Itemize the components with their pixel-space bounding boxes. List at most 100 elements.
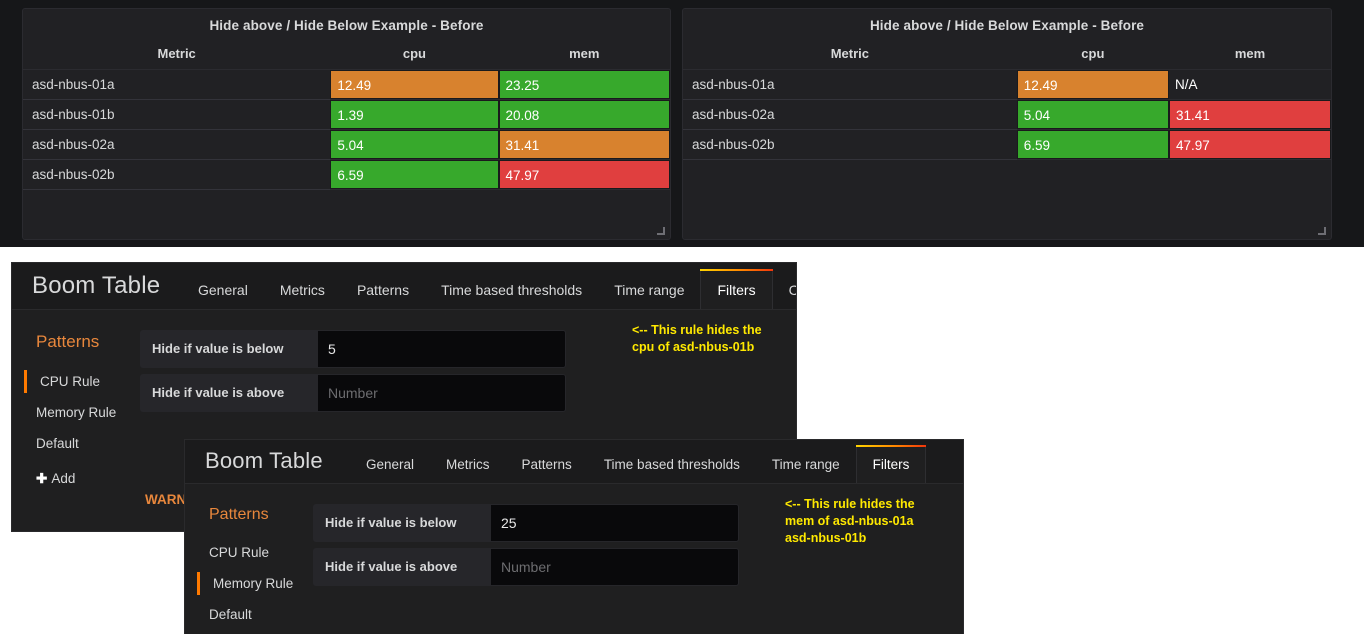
cell-cpu[interactable]: 5.04 xyxy=(330,129,499,160)
hide-if-below-input[interactable]: 5 xyxy=(318,330,566,368)
tab-time-based-thresholds[interactable]: Time based thresholds xyxy=(588,447,756,483)
dashboard-strip: Hide above / Hide Below Example - Before… xyxy=(0,0,1364,247)
cell-mem[interactable]: 47.97 xyxy=(498,159,670,190)
cell-metric: asd-nbus-02a xyxy=(683,99,1017,130)
cell-value-cpu: 12.49 xyxy=(330,70,499,99)
cell-cpu[interactable]: 12.49 xyxy=(330,69,499,100)
editor-sidebar: Patterns CPU Rule Memory Rule Default xyxy=(185,484,313,630)
table-row[interactable]: asd-nbus-02b 6.59 47.97 xyxy=(23,159,670,190)
field-label-hide-below: Hide if value is below xyxy=(140,330,318,368)
add-pattern-button[interactable]: ✚ Add xyxy=(24,459,140,495)
table-header-row: Metric cpu mem xyxy=(23,40,670,70)
cell-cpu[interactable]: 5.04 xyxy=(1016,99,1169,130)
cell-value-cpu: 12.49 xyxy=(1016,70,1169,99)
table-row[interactable]: asd-nbus-01a 12.49 23.25 xyxy=(23,69,670,100)
table-row[interactable]: asd-nbus-01b 1.39 20.08 xyxy=(23,99,670,130)
annotation-note: <-- This rule hides the cpu of asd-nbus-… xyxy=(632,323,762,354)
cell-mem[interactable]: 23.25 xyxy=(498,69,670,100)
cell-cpu[interactable]: 6.59 xyxy=(1016,129,1169,160)
column-header-metric: Metric xyxy=(683,40,1017,70)
cell-value-mem: 31.41 xyxy=(498,130,670,159)
table-row[interactable]: asd-nbus-01a 12.49 N/A xyxy=(683,69,1331,100)
editor-header: Boom Table General Metrics Patterns Time… xyxy=(12,263,796,310)
editor-title: Boom Table xyxy=(205,448,323,473)
cell-mem[interactable]: 31.41 xyxy=(498,129,670,160)
field-hide-if-above: Hide if value is above Number xyxy=(313,548,963,586)
hide-if-above-input[interactable]: Number xyxy=(491,548,739,586)
panel-resize-handle[interactable] xyxy=(1317,226,1326,235)
column-header-cpu: cpu xyxy=(1016,40,1169,70)
boom-table-right: Metric cpu mem asd-nbus-01a 12.49 N/A as… xyxy=(683,40,1331,160)
tab-patterns[interactable]: Patterns xyxy=(506,447,588,483)
cell-metric: asd-nbus-02b xyxy=(683,129,1017,160)
add-pattern-label: Add xyxy=(51,471,76,486)
tab-general[interactable]: General xyxy=(350,447,430,483)
cell-value-cpu: 5.04 xyxy=(1016,100,1169,129)
editor-tab-bar: General Metrics Patterns Time based thre… xyxy=(182,263,796,309)
hide-if-above-input[interactable]: Number xyxy=(318,374,566,412)
cell-metric: asd-nbus-01b xyxy=(23,99,331,130)
warning-text-partial: WARN xyxy=(145,492,187,507)
cell-value-mem: 47.97 xyxy=(498,160,670,189)
sidebar-item-memory-rule[interactable]: Memory Rule xyxy=(24,397,140,428)
tab-metrics[interactable]: Metrics xyxy=(430,447,506,483)
sidebar-item-memory-rule[interactable]: Memory Rule xyxy=(197,568,313,599)
column-header-cpu: cpu xyxy=(330,40,499,70)
tab-filters[interactable]: Filters xyxy=(700,269,773,309)
tab-filters[interactable]: Filters xyxy=(855,445,927,483)
cell-mem[interactable]: 47.97 xyxy=(1168,129,1331,160)
panel-title: Hide above / Hide Below Example - Before xyxy=(209,18,484,33)
panel-editor-memory-rule: Boom Table General Metrics Patterns Time… xyxy=(185,440,963,634)
tab-patterns[interactable]: Patterns xyxy=(341,271,425,309)
table-row[interactable]: asd-nbus-02b 6.59 47.97 xyxy=(683,129,1331,160)
cell-value-mem: 31.41 xyxy=(1168,100,1331,129)
screenshot-root: Hide above / Hide Below Example - Before… xyxy=(0,0,1364,634)
tab-time-range[interactable]: Time range xyxy=(756,447,856,483)
dashboard-panel-right: Hide above / Hide Below Example - Before… xyxy=(682,8,1332,240)
field-label-hide-above: Hide if value is above xyxy=(313,548,491,586)
plus-icon: ✚ xyxy=(36,471,48,486)
tab-general[interactable]: General xyxy=(182,271,264,309)
cell-mem[interactable]: 31.41 xyxy=(1168,99,1331,130)
table-row[interactable]: asd-nbus-02a 5.04 31.41 xyxy=(683,99,1331,130)
tab-metrics[interactable]: Metrics xyxy=(264,271,341,309)
cell-value-mem: 23.25 xyxy=(498,70,670,99)
editor-main: Hide if value is below 25 Hide if value … xyxy=(313,484,963,630)
sidebar-item-default[interactable]: Default xyxy=(24,428,140,459)
table-row[interactable]: asd-nbus-02a 5.04 31.41 xyxy=(23,129,670,160)
column-header-mem: mem xyxy=(1168,40,1331,70)
cell-value-mem: N/A xyxy=(1174,77,1198,92)
editor-body: Patterns CPU Rule Memory Rule Default Hi… xyxy=(185,484,963,630)
cell-value-cpu: 5.04 xyxy=(330,130,499,159)
cell-cpu[interactable]: 1.39 xyxy=(330,99,499,130)
column-header-metric: Metric xyxy=(23,40,331,70)
sidebar-item-default[interactable]: Default xyxy=(197,599,313,630)
cell-metric: asd-nbus-02a xyxy=(23,129,331,160)
cell-value-cpu: 6.59 xyxy=(330,160,499,189)
cell-metric: asd-nbus-01a xyxy=(683,69,1017,100)
sidebar-title: Patterns xyxy=(209,506,269,523)
cell-mem[interactable]: 20.08 xyxy=(498,99,670,130)
cell-cpu[interactable]: 12.49 xyxy=(1016,69,1169,100)
dashboard-panel-left: Hide above / Hide Below Example - Before… xyxy=(22,8,671,240)
cell-cpu[interactable]: 6.59 xyxy=(330,159,499,190)
boom-table-left: Metric cpu mem asd-nbus-01a 12.49 23.25 … xyxy=(23,40,670,190)
editor-header: Boom Table General Metrics Patterns Time… xyxy=(185,440,963,484)
sidebar-item-cpu-rule[interactable]: CPU Rule xyxy=(197,537,313,568)
editor-title: Boom Table xyxy=(32,272,161,299)
cell-metric: asd-nbus-02b xyxy=(23,159,331,190)
cell-value-cpu: 6.59 xyxy=(1016,130,1169,159)
tab-truncated[interactable]: C xyxy=(773,271,796,309)
sidebar-title: Patterns xyxy=(36,332,100,351)
hide-if-below-input[interactable]: 25 xyxy=(491,504,739,542)
sidebar-item-cpu-rule[interactable]: CPU Rule xyxy=(24,366,140,397)
tab-time-based-thresholds[interactable]: Time based thresholds xyxy=(425,271,598,309)
panel-resize-handle[interactable] xyxy=(656,226,665,235)
editor-sidebar: Patterns CPU Rule Memory Rule Default ✚ A… xyxy=(12,310,140,495)
table-header-row: Metric cpu mem xyxy=(683,40,1331,70)
tab-time-range[interactable]: Time range xyxy=(598,271,700,309)
cell-value-mem: 20.08 xyxy=(498,100,670,129)
cell-mem[interactable]: N/A xyxy=(1168,69,1331,100)
field-label-hide-above: Hide if value is above xyxy=(140,374,318,412)
editor-tab-bar: General Metrics Patterns Time based thre… xyxy=(350,440,927,483)
